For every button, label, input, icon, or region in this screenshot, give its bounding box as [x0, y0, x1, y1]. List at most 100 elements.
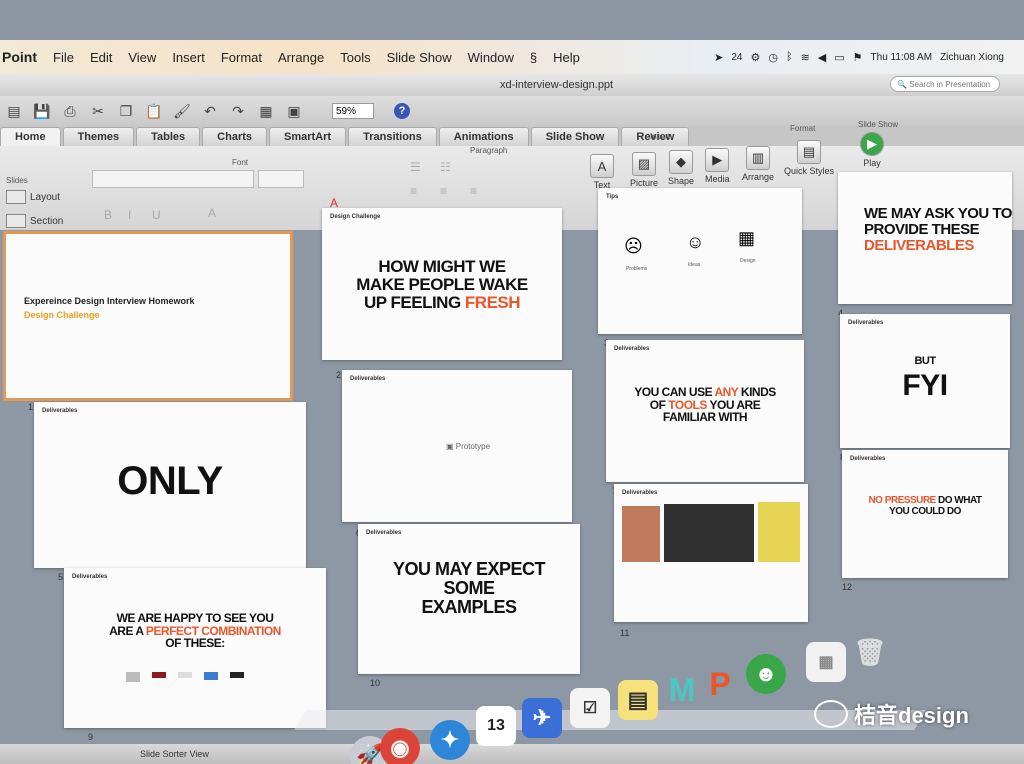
flag-icon[interactable]: ⚑: [853, 51, 863, 64]
menu-file[interactable]: File: [53, 50, 74, 65]
search-icon: 🔍: [897, 79, 910, 89]
shape-button[interactable]: ◆ Shape: [668, 150, 694, 186]
chrome-icon[interactable]: ◉: [380, 728, 420, 764]
group-paragraph-label: Paragraph: [470, 146, 508, 155]
tab-smartart[interactable]: SmartArt: [269, 127, 347, 146]
time-machine-icon[interactable]: ◷: [768, 51, 778, 64]
tab-charts[interactable]: Charts: [202, 127, 268, 146]
slide-5-headline: ONLY: [117, 459, 223, 503]
paste-icon[interactable]: 📋: [144, 102, 164, 120]
slide-thumbnail-5[interactable]: Deliverables ONLY: [34, 402, 306, 568]
slide-thumbnail-1[interactable]: Expereince Design Interview Homework Des…: [3, 231, 293, 401]
align-left-icon[interactable]: ≡: [410, 184, 417, 198]
battery-icon[interactable]: ▭: [834, 51, 844, 64]
text-button[interactable]: A Text: [590, 154, 614, 190]
counter-badge[interactable]: 24: [731, 52, 742, 63]
undo-icon[interactable]: ↶: [200, 102, 220, 120]
bluetooth-icon[interactable]: ᛒ: [786, 51, 793, 63]
calendar-icon[interactable]: 13: [476, 706, 516, 746]
tab-themes[interactable]: Themes: [62, 127, 135, 146]
reminders-icon[interactable]: ☑: [570, 688, 610, 728]
zoom-select[interactable]: 59%: [332, 103, 374, 119]
arrange-button[interactable]: ▥ Arrange: [742, 146, 774, 182]
script-icon[interactable]: §: [530, 50, 537, 65]
play-button[interactable]: ▶ Play: [860, 132, 884, 168]
help-button[interactable]: ?: [394, 103, 410, 119]
format-painter-icon[interactable]: 🖌: [172, 102, 192, 120]
slide-thumbnail-4[interactable]: WE MAY ASK YOU TO PROVIDE THESE DELIVERA…: [838, 172, 1012, 304]
section-button[interactable]: Section: [6, 214, 63, 228]
tab-tables[interactable]: Tables: [136, 127, 201, 146]
slide-thumbnail-11[interactable]: Deliverables: [614, 484, 808, 622]
quick-styles-label: Quick Styles: [784, 166, 835, 176]
quick-styles-button[interactable]: ▤ Quick Styles: [784, 140, 834, 176]
volume-icon[interactable]: ◀: [818, 51, 826, 64]
menu-window[interactable]: Window: [468, 50, 514, 65]
slide-thumbnail-3[interactable]: Tips ☹ ☺ ▦ Problems Ideas Design: [598, 188, 802, 334]
slide-3-col-2: Ideas: [688, 262, 701, 268]
tab-slide-show[interactable]: Slide Show: [530, 127, 620, 146]
menu-tools[interactable]: Tools: [340, 50, 370, 65]
media-button[interactable]: ▶ Media: [705, 148, 730, 184]
bullets-icon[interactable]: ☰: [410, 160, 421, 174]
evernote-icon[interactable]: ☻: [746, 654, 786, 694]
menu-slide-show[interactable]: Slide Show: [387, 50, 452, 65]
font-size-field[interactable]: [258, 170, 304, 188]
safari-icon[interactable]: ✦: [430, 720, 470, 760]
bold-icon[interactable]: B: [104, 208, 112, 222]
slide-thumbnail-12[interactable]: Deliverables NO PRESSURE DO WHAT YOU COU…: [842, 450, 1008, 578]
powerpoint-icon[interactable]: P: [700, 664, 740, 704]
app-menu[interactable]: Point: [2, 49, 37, 65]
picture-button[interactable]: ▨ Picture: [630, 152, 658, 188]
mweb-icon[interactable]: M: [662, 670, 702, 710]
menu-edit[interactable]: Edit: [90, 50, 112, 65]
tab-transitions[interactable]: Transitions: [348, 127, 437, 146]
cut-icon[interactable]: ✂: [88, 102, 108, 120]
wifi-icon[interactable]: ≋: [801, 51, 810, 64]
clock[interactable]: Thu 11:08 AM: [871, 52, 933, 63]
slide-thumbnail-2[interactable]: Design Challenge HOW MIGHT WE MAKE PEOPL…: [322, 208, 562, 360]
slide-thumbnail-7[interactable]: Deliverables YOU CAN USE ANY KINDS OF TO…: [606, 340, 804, 482]
new-icon[interactable]: ▤: [4, 102, 24, 120]
mail-icon[interactable]: ✈: [522, 698, 562, 738]
search-field[interactable]: 🔍 Search in Presentation: [890, 76, 1000, 92]
view-mode-label: Slide Sorter View: [140, 749, 209, 759]
slide-8-line-1: BUT: [914, 355, 936, 367]
gallery-icon[interactable]: ▦: [256, 102, 276, 120]
print-icon[interactable]: ⎙: [60, 102, 80, 120]
menu-help[interactable]: Help: [553, 50, 580, 65]
slide-thumbnail-8[interactable]: Deliverables BUT FYI: [840, 314, 1010, 448]
menu-insert[interactable]: Insert: [172, 50, 205, 65]
layout-button[interactable]: Layout: [6, 190, 60, 204]
slide-1-title: Expereince Design Interview Homework: [24, 296, 195, 306]
stickies-icon[interactable]: ▤: [618, 680, 658, 720]
italic-icon[interactable]: I: [128, 208, 131, 222]
picture-label: Picture: [630, 178, 659, 188]
slide-number-12: 12: [842, 582, 853, 592]
align-center-icon[interactable]: ≡: [440, 184, 447, 198]
documents-icon[interactable]: ▦: [806, 642, 846, 682]
align-right-icon[interactable]: ≡: [470, 184, 477, 198]
ideas-icon: ☺: [686, 232, 705, 252]
slide-thumbnail-6[interactable]: Deliverables ▣ Prototype: [342, 370, 572, 522]
user-name[interactable]: Zichuan Xiong: [940, 52, 1004, 63]
tab-home[interactable]: Home: [0, 127, 61, 146]
numbering-icon[interactable]: ☷: [440, 160, 451, 174]
copy-icon[interactable]: ❐: [116, 102, 136, 120]
trash-icon[interactable]: 🗑: [850, 632, 890, 672]
slide-4-line-2: PROVIDE THESE: [864, 220, 980, 238]
underline-icon[interactable]: U: [152, 208, 161, 222]
grow-font-icon[interactable]: A: [208, 206, 216, 220]
gear-icon[interactable]: ⚙: [750, 51, 760, 64]
menu-arrange[interactable]: Arrange: [278, 50, 324, 65]
save-icon[interactable]: 💾: [32, 102, 52, 120]
menu-view[interactable]: View: [128, 50, 156, 65]
toolbox-icon[interactable]: ▣: [284, 102, 304, 120]
redo-icon[interactable]: ↷: [228, 102, 248, 120]
font-name-field[interactable]: [92, 170, 254, 188]
slide-number-5: 5: [58, 572, 64, 582]
menu-format[interactable]: Format: [221, 50, 262, 65]
slide-thumbnail-9[interactable]: Deliverables WE ARE HAPPY TO SEE YOU ARE…: [64, 568, 326, 728]
cursor-icon[interactable]: ➤: [714, 51, 723, 64]
tab-animations[interactable]: Animations: [438, 127, 529, 146]
